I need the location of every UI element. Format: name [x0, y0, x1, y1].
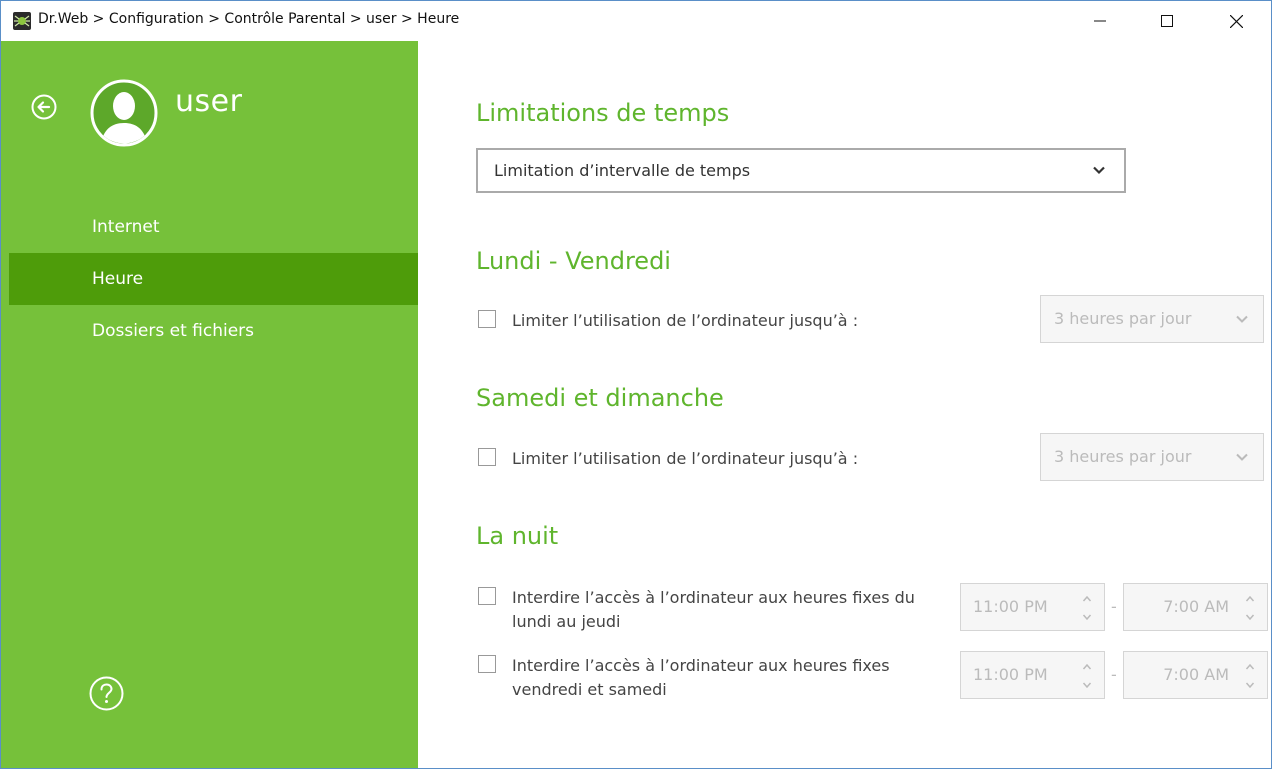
app-window: Dr.Web > Configuration > Contrôle Parent… [0, 0, 1272, 769]
night-rule-mon-thu-checkbox[interactable] [478, 587, 496, 605]
weekend-limit-checkbox[interactable] [478, 448, 496, 466]
weekend-hours-dropdown[interactable]: 3 heures par jour [1040, 433, 1264, 481]
weekdays-hours-dropdown[interactable]: 3 heures par jour [1040, 295, 1264, 343]
night-mon-thu-from-time[interactable]: 11:00 PM [960, 583, 1105, 631]
time-range-separator: - [1111, 597, 1117, 616]
night-fri-sat-to-time[interactable]: 7:00 AM [1123, 651, 1268, 699]
title-bar: Dr.Web > Configuration > Contrôle Parent… [1, 1, 1271, 41]
night-rule-fri-sat-label-line2: vendredi et samedi [512, 680, 667, 699]
help-icon[interactable] [89, 676, 124, 711]
close-icon [1229, 14, 1243, 28]
spinner-arrows-icon [1082, 663, 1092, 689]
sidebar-item-label: Dossiers et fichiers [92, 321, 255, 341]
sidebar-item-dossiers-fichiers[interactable]: Dossiers et fichiers [9, 305, 418, 357]
night-rule-mon-thu-label-line2: lundi au jeudi [512, 612, 621, 631]
night-rule-mon-thu-label-line1: Interdire l’accès à l’ordinateur aux heu… [512, 588, 915, 607]
chevron-down-icon [1236, 453, 1248, 461]
chevron-down-icon [1093, 166, 1105, 175]
night-fri-sat-from-time[interactable]: 11:00 PM [960, 651, 1105, 699]
sidebar-item-heure[interactable]: Heure [9, 253, 418, 305]
night-rule-fri-sat-label-line1: Interdire l’accès à l’ordinateur aux heu… [512, 656, 890, 675]
spinner-arrows-icon [1082, 595, 1092, 621]
sidebar-item-label: Internet [92, 217, 160, 237]
dropdown-value: 3 heures par jour [1054, 447, 1192, 466]
minimize-button[interactable] [1077, 1, 1123, 41]
dropdown-value: Limitation d’intervalle de temps [494, 161, 751, 180]
drweb-spider-icon [13, 12, 31, 30]
section-heading-time-limits: Limitations de temps [476, 99, 730, 127]
night-rule-fri-sat-checkbox[interactable] [478, 655, 496, 673]
night-mon-thu-to-time[interactable]: 7:00 AM [1123, 583, 1268, 631]
chevron-down-icon [1236, 315, 1248, 323]
time-value: 7:00 AM [1163, 597, 1229, 616]
time-limit-mode-dropdown[interactable]: Limitation d’intervalle de temps [476, 148, 1126, 193]
time-value: 11:00 PM [973, 665, 1048, 684]
section-heading-weekdays: Lundi - Vendredi [476, 247, 671, 275]
time-range-separator: - [1111, 665, 1117, 684]
window-title: Dr.Web > Configuration > Contrôle Parent… [38, 11, 460, 27]
maximize-button[interactable] [1144, 1, 1190, 41]
minimize-icon [1094, 20, 1106, 22]
maximize-icon [1161, 15, 1173, 27]
user-avatar-icon [90, 79, 158, 147]
weekend-limit-label: Limiter l’utilisation de l’ordinateur ju… [512, 449, 859, 468]
username-label: user [175, 84, 243, 119]
weekdays-limit-checkbox[interactable] [478, 310, 496, 328]
section-heading-weekend: Samedi et dimanche [476, 384, 724, 412]
weekdays-limit-label: Limiter l’utilisation de l’ordinateur ju… [512, 311, 859, 330]
dropdown-value: 3 heures par jour [1054, 309, 1192, 328]
spinner-arrows-icon [1245, 595, 1255, 621]
spinner-arrows-icon [1245, 663, 1255, 689]
sidebar-item-internet[interactable]: Internet [9, 201, 418, 253]
time-value: 11:00 PM [973, 597, 1048, 616]
time-value: 7:00 AM [1163, 665, 1229, 684]
close-button[interactable] [1213, 1, 1259, 41]
section-heading-night: La nuit [476, 522, 559, 550]
main-content: Limitations de temps Limitation d’interv… [418, 41, 1271, 768]
back-arrow-icon[interactable] [31, 94, 57, 120]
sidebar: user Internet Heure Dossiers et fichiers [1, 41, 418, 768]
sidebar-item-label: Heure [92, 269, 144, 289]
